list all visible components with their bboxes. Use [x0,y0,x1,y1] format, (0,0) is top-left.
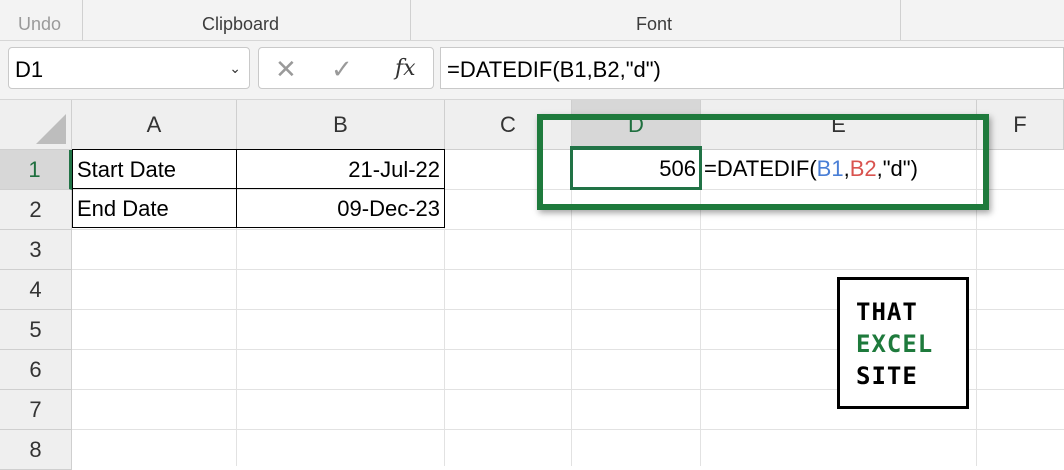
formula-input[interactable]: =DATEDIF(B1,B2,"d") [440,47,1064,89]
formula-text: =DATEDIF(B1,B2,"d") [447,57,661,82]
gridline [72,429,1064,430]
ribbon: Undo Clipboard Font [0,0,1064,41]
logo-line-2: EXCEL [856,330,934,358]
row-header-1[interactable]: 1 [0,150,72,190]
row-header-4[interactable]: 4 [0,270,72,310]
column-header-a[interactable]: A [72,100,237,150]
formula-bar: D1 ⌄ ✕ ✓ fx =DATEDIF(B1,B2,"d") [0,41,1064,100]
chevron-down-icon[interactable]: ⌄ [229,60,241,77]
name-box[interactable]: D1 ⌄ [8,47,250,89]
undo-group-label[interactable]: Undo [18,14,61,35]
close-icon[interactable]: ✕ [275,54,297,85]
cell-a2[interactable]: End Date [72,188,237,228]
clipboard-group-label: Clipboard [202,14,280,34]
logo-line-3: SITE [856,362,918,390]
column-header-b[interactable]: B [237,100,445,150]
cell-b2[interactable]: 09-Dec-23 [236,188,445,228]
fx-icon[interactable]: fx [395,56,416,81]
gridline [72,229,1064,230]
select-all-corner[interactable] [0,100,72,150]
row-header-7[interactable]: 7 [0,390,72,430]
row-header-6[interactable]: 6 [0,350,72,390]
ribbon-divider [82,0,83,40]
row-header-2[interactable]: 2 [0,190,72,230]
row-header-5[interactable]: 5 [0,310,72,350]
highlight-box [537,114,989,210]
that-excel-site-logo: THAT EXCEL SITE [837,277,969,409]
ribbon-divider [410,0,411,40]
triangle-icon [36,114,66,144]
font-group-label: Font [636,14,673,34]
check-icon[interactable]: ✓ [331,54,353,85]
formula-controls: ✕ ✓ fx [258,47,434,89]
row-header-3[interactable]: 3 [0,230,72,270]
logo-line-1: THAT [856,298,918,326]
column-header-f[interactable]: F [977,100,1064,150]
row-header-8[interactable]: 8 [0,430,72,470]
ribbon-divider [900,0,901,40]
name-box-value: D1 [15,57,44,82]
gridline [72,269,1064,270]
cell-b1[interactable]: 21-Jul-22 [236,149,445,189]
cell-a1[interactable]: Start Date [72,149,237,189]
